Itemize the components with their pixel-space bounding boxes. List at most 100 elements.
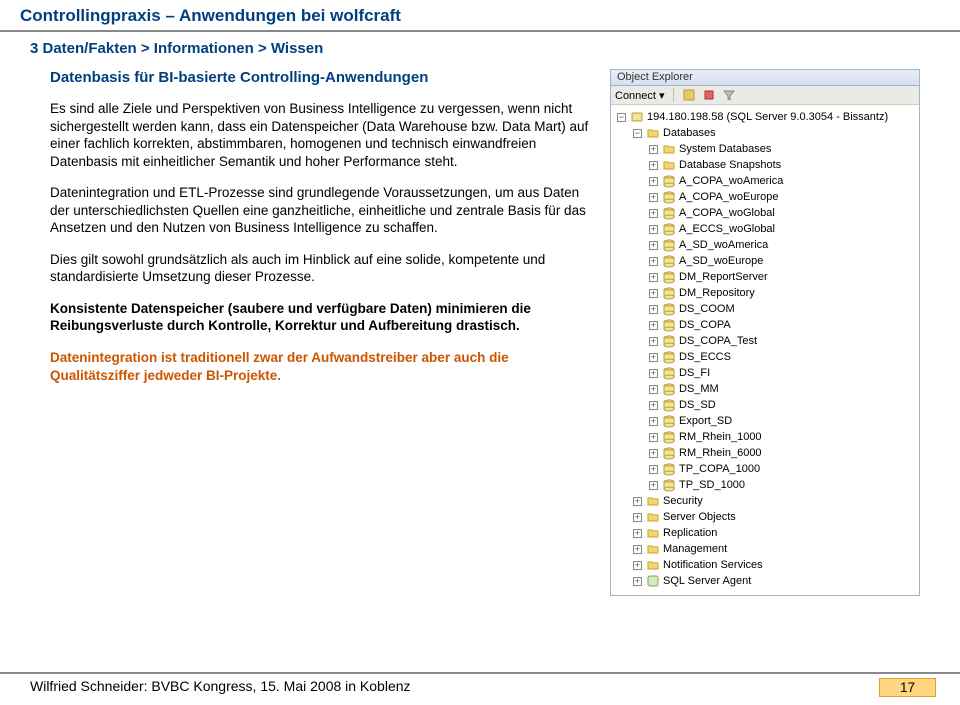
breadcrumb: 3 Daten/Fakten > Informationen > Wissen	[0, 40, 960, 69]
tree-database-item[interactable]: +A_SD_woEurope	[613, 253, 917, 269]
database-label: RM_Rhein_6000	[679, 445, 762, 461]
tree-snapshots[interactable]: + Database Snapshots	[613, 157, 917, 173]
expand-icon[interactable]: +	[649, 209, 658, 218]
expand-icon[interactable]: +	[649, 289, 658, 298]
refresh-icon[interactable]	[682, 88, 696, 102]
tree-databases-folder[interactable]: − Databases	[613, 125, 917, 141]
expand-icon[interactable]: +	[649, 225, 658, 234]
tree-database-item[interactable]: + A_COPA_woEurope	[613, 189, 917, 205]
tree-database-item[interactable]: +TP_COPA_1000	[613, 461, 917, 477]
tree-database-item[interactable]: +DS_ECCS	[613, 349, 917, 365]
database-icon	[662, 446, 676, 460]
database-icon	[662, 318, 676, 332]
tree-server-folder[interactable]: + Replication	[613, 525, 917, 541]
tree-database-item[interactable]: + DM_ReportServer	[613, 269, 917, 285]
expand-icon[interactable]: +	[633, 529, 642, 538]
database-icon	[662, 398, 676, 412]
object-explorer-title: Object Explorer	[611, 70, 919, 86]
paragraph-4: Konsistente Datenspeicher (saubere und v…	[50, 300, 594, 335]
database-label: DS_COPA	[679, 317, 731, 333]
expand-icon[interactable]: +	[649, 401, 658, 410]
tree-database-item[interactable]: + DS_COPA	[613, 317, 917, 333]
toolbar-separator	[673, 88, 674, 102]
tree-database-item[interactable]: +DM_Repository	[613, 285, 917, 301]
folder-label: Security	[663, 493, 703, 509]
expand-icon[interactable]: +	[633, 497, 642, 506]
text-column: Datenbasis für BI-basierte Controlling-A…	[50, 69, 610, 596]
expand-icon[interactable]: +	[633, 545, 642, 554]
expand-icon[interactable]: +	[649, 257, 658, 266]
expand-icon[interactable]: +	[649, 481, 658, 490]
database-icon	[662, 270, 676, 284]
tree-server-folder[interactable]: + Security	[613, 493, 917, 509]
expand-icon[interactable]: +	[649, 385, 658, 394]
database-icon	[662, 254, 676, 268]
database-icon	[662, 462, 676, 476]
tree-system-databases[interactable]: + System Databases	[613, 141, 917, 157]
expand-icon[interactable]: +	[649, 465, 658, 474]
folder-icon	[646, 558, 660, 572]
expand-icon[interactable]: +	[649, 305, 658, 314]
collapse-icon[interactable]: −	[633, 129, 642, 138]
database-icon	[662, 174, 676, 188]
expand-icon[interactable]: +	[649, 321, 658, 330]
tree-database-item[interactable]: +A_ECCS_woGlobal	[613, 221, 917, 237]
expand-icon[interactable]: +	[649, 273, 658, 282]
tree-database-item[interactable]: +DS_SD	[613, 397, 917, 413]
page-title: Controllingpraxis – Anwendungen bei wolf…	[0, 0, 960, 28]
expand-icon[interactable]: +	[633, 577, 642, 586]
expand-icon[interactable]: +	[649, 433, 658, 442]
tree-server-folder[interactable]: + Management	[613, 541, 917, 557]
tree-database-item[interactable]: +A_COPA_woAmerica	[613, 173, 917, 189]
tree-database-item[interactable]: +A_SD_woAmerica	[613, 237, 917, 253]
tree-database-item[interactable]: +DS_COOM	[613, 301, 917, 317]
object-explorer-panel: Object Explorer Connect ▾ − 194.18	[610, 69, 920, 596]
tree-database-item[interactable]: + RM_Rhein_6000	[613, 445, 917, 461]
database-icon	[662, 286, 676, 300]
database-label: TP_SD_1000	[679, 477, 745, 493]
database-label: RM_Rhein_1000	[679, 429, 762, 445]
tree-database-item[interactable]: +Export_SD	[613, 413, 917, 429]
expand-icon[interactable]: +	[649, 337, 658, 346]
expand-icon[interactable]: +	[633, 513, 642, 522]
database-label: DS_COPA_Test	[679, 333, 757, 349]
folder-label: Replication	[663, 525, 717, 541]
database-icon	[662, 478, 676, 492]
tree-server-folder[interactable]: + Server Objects	[613, 509, 917, 525]
tree-sql-agent[interactable]: + SQL Server Agent	[613, 573, 917, 589]
expand-icon[interactable]: +	[649, 161, 658, 170]
database-label: A_COPA_woEurope	[679, 189, 778, 205]
filter-icon[interactable]	[722, 88, 736, 102]
expand-icon[interactable]: +	[649, 177, 658, 186]
database-icon	[662, 350, 676, 364]
tree-database-item[interactable]: +DS_MM	[613, 381, 917, 397]
tree-database-item[interactable]: + RM_Rhein_1000	[613, 429, 917, 445]
expand-icon[interactable]: +	[649, 417, 658, 426]
footer-text: Wilfried Schneider: BVBC Kongress, 15. M…	[30, 678, 411, 697]
stop-icon[interactable]	[702, 88, 716, 102]
folder-icon	[646, 126, 660, 140]
connect-button[interactable]: Connect ▾	[615, 89, 665, 102]
tree-database-item[interactable]: + TP_SD_1000	[613, 477, 917, 493]
folder-label: Server Objects	[663, 509, 736, 525]
tree-database-item[interactable]: + A_COPA_woGlobal	[613, 205, 917, 221]
expand-icon[interactable]: +	[633, 561, 642, 570]
database-icon	[662, 222, 676, 236]
tree-database-item[interactable]: + DS_FI	[613, 365, 917, 381]
database-label: DM_ReportServer	[679, 269, 768, 285]
expand-icon[interactable]: +	[649, 145, 658, 154]
sysdb-label: System Databases	[679, 141, 771, 157]
database-label: DS_FI	[679, 365, 710, 381]
expand-icon[interactable]: +	[649, 353, 658, 362]
expand-icon[interactable]: +	[649, 241, 658, 250]
tree-server-root[interactable]: − 194.180.198.58 (SQL Server 9.0.3054 - …	[613, 109, 917, 125]
expand-icon[interactable]: +	[649, 369, 658, 378]
expand-icon[interactable]: +	[649, 193, 658, 202]
tree-server-folder[interactable]: +Notification Services	[613, 557, 917, 573]
paragraph-3: Dies gilt sowohl grundsätzlich als auch …	[50, 251, 594, 286]
expand-icon[interactable]: +	[649, 449, 658, 458]
tree-database-item[interactable]: + DS_COPA_Test	[613, 333, 917, 349]
folder-label: Management	[663, 541, 727, 557]
database-label: A_COPA_woGlobal	[679, 205, 775, 221]
collapse-icon[interactable]: −	[617, 113, 626, 122]
